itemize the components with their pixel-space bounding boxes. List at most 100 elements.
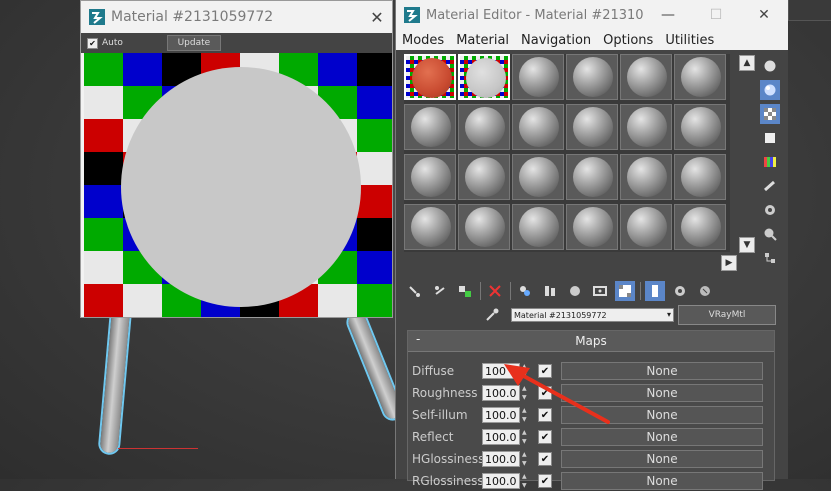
slots-scroll-up[interactable]: ▲ <box>739 55 755 71</box>
show-shaded-material-icon[interactable] <box>615 281 635 301</box>
material-slot[interactable] <box>674 204 726 250</box>
map-amount-field[interactable]: 100.0 <box>482 451 520 467</box>
material-slot[interactable] <box>674 54 726 100</box>
material-preview-window: Material #2131059772 ✕ ✔ Auto Update <box>80 0 393 318</box>
material-sphere <box>411 207 451 247</box>
map-row: HGlossiness 100.0 ▲ ▼ ✔ None <box>412 449 763 469</box>
material-slot[interactable] <box>674 104 726 150</box>
material-slot[interactable] <box>404 104 456 150</box>
copy-material-icon[interactable] <box>515 281 535 301</box>
video-color-check-icon[interactable] <box>760 152 780 172</box>
eyedropper-icon[interactable] <box>485 308 499 322</box>
editor-titlebar[interactable]: Material Editor - Material #213105... — … <box>396 0 788 30</box>
material-slot[interactable] <box>566 104 618 150</box>
make-preview-icon[interactable] <box>760 176 780 196</box>
slots-scroll-right[interactable]: ▶ <box>721 255 737 271</box>
menu-utilities[interactable]: Utilities <box>659 33 720 48</box>
material-slot[interactable] <box>566 154 618 200</box>
spinner-icon[interactable]: ▲▼ <box>522 451 532 467</box>
map-enable-checkbox[interactable]: ✔ <box>538 452 552 466</box>
material-sphere <box>519 57 559 97</box>
maps-header[interactable]: - Maps <box>408 331 774 352</box>
material-sphere <box>573 207 613 247</box>
close-icon[interactable]: ✕ <box>362 8 392 27</box>
material-slot[interactable] <box>404 54 456 100</box>
material-slot[interactable] <box>512 54 564 100</box>
menu-options[interactable]: Options <box>597 33 659 48</box>
show-end-result-icon[interactable] <box>645 281 665 301</box>
slots-scroll-down[interactable]: ▼ <box>739 237 755 253</box>
map-label: Self-illum <box>412 408 468 422</box>
material-sphere <box>627 207 667 247</box>
sample-slots-grid <box>404 54 730 252</box>
map-amount-field[interactable]: 100.0 <box>482 429 520 445</box>
annotation-arrow-icon <box>504 364 610 424</box>
backlight-icon[interactable] <box>760 80 780 100</box>
preview-titlebar[interactable]: Material #2131059772 ✕ <box>81 1 392 33</box>
chevron-down-icon[interactable]: ▾ <box>667 310 671 319</box>
map-slot-button[interactable]: None <box>561 450 763 468</box>
make-unique-icon[interactable] <box>540 281 560 301</box>
collapse-icon[interactable]: - <box>416 332 420 346</box>
material-sphere <box>519 157 559 197</box>
material-sphere <box>627 107 667 147</box>
material-slot[interactable] <box>620 54 672 100</box>
menu-modes[interactable]: Modes <box>396 33 450 48</box>
uv-tiling-icon[interactable] <box>760 128 780 148</box>
map-enable-checkbox[interactable]: ✔ <box>538 474 552 488</box>
material-sphere <box>681 57 721 97</box>
material-slot[interactable] <box>674 154 726 200</box>
get-material-icon[interactable] <box>405 281 425 301</box>
material-slot[interactable] <box>620 204 672 250</box>
material-slot[interactable] <box>512 204 564 250</box>
material-sphere <box>465 157 505 197</box>
select-by-material-icon[interactable] <box>760 224 780 244</box>
material-sphere <box>465 207 505 247</box>
map-row: Reflect 100.0 ▲ ▼ ✔ None <box>412 427 763 447</box>
close-icon[interactable]: ✕ <box>740 7 788 23</box>
material-slot[interactable] <box>512 154 564 200</box>
menu-navigation[interactable]: Navigation <box>515 33 597 48</box>
material-sphere <box>627 57 667 97</box>
spinner-icon[interactable]: ▲▼ <box>522 473 532 489</box>
options-icon[interactable] <box>760 200 780 220</box>
material-slot[interactable] <box>458 204 510 250</box>
material-slot[interactable] <box>620 104 672 150</box>
material-sphere <box>466 58 506 98</box>
material-slot[interactable] <box>458 54 510 100</box>
put-to-library-icon[interactable] <box>565 281 585 301</box>
map-slot-button[interactable]: None <box>561 472 763 490</box>
map-enable-checkbox[interactable]: ✔ <box>538 430 552 444</box>
map-slot-button[interactable]: None <box>561 428 763 446</box>
material-slot[interactable] <box>404 204 456 250</box>
material-name-value: Material #2131059772 <box>514 310 607 320</box>
assign-to-selection-icon[interactable] <box>455 281 475 301</box>
material-sphere <box>573 107 613 147</box>
put-to-scene-icon[interactable] <box>430 281 450 301</box>
material-navigator-icon[interactable] <box>760 248 780 268</box>
material-slot[interactable] <box>620 154 672 200</box>
menu-material[interactable]: Material <box>450 33 515 48</box>
material-slot[interactable] <box>566 54 618 100</box>
update-button[interactable]: Update <box>166 35 221 51</box>
material-name-field[interactable]: Material #2131059772 ▾ <box>511 308 674 322</box>
map-amount-field[interactable]: 100.0 <box>482 473 520 489</box>
preview-toolbar: ✔ Auto Update <box>81 33 392 53</box>
spinner-icon[interactable]: ▲▼ <box>522 429 532 445</box>
material-slot[interactable] <box>566 204 618 250</box>
material-id-channel-icon[interactable] <box>590 281 610 301</box>
go-forward-sibling-icon[interactable] <box>695 281 715 301</box>
maximize-icon[interactable]: ☐ <box>692 7 740 23</box>
sample-type-icon[interactable] <box>760 56 780 76</box>
reset-map-icon[interactable] <box>485 281 505 301</box>
material-slot[interactable] <box>404 154 456 200</box>
material-slot[interactable] <box>458 154 510 200</box>
background-icon[interactable] <box>760 104 780 124</box>
material-type-button[interactable]: VRayMtl <box>678 305 776 325</box>
material-slot[interactable] <box>512 104 564 150</box>
material-slot[interactable] <box>458 104 510 150</box>
auto-checkbox[interactable]: ✔ <box>87 37 98 49</box>
minimize-icon[interactable]: — <box>644 7 692 23</box>
go-to-parent-icon[interactable] <box>670 281 690 301</box>
preview-canvas[interactable] <box>84 53 392 317</box>
